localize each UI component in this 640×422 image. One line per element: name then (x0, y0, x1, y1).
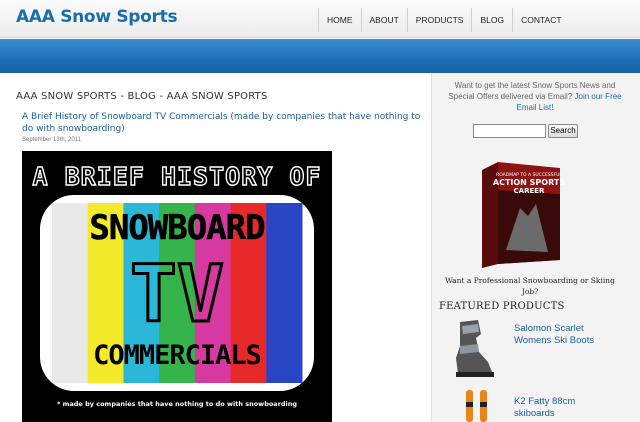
book-title-line2: ACTION SPORTS (493, 178, 565, 187)
product-link-skiboards[interactable]: K2 Fatty 88cm skiboards (514, 396, 614, 420)
skiboards-image[interactable] (458, 388, 498, 422)
nav-home[interactable]: HOME (319, 8, 362, 32)
ebook-cover: ROADMAP TO A SUCCESSFUL ACTION SPORTS CA… (482, 162, 565, 268)
post-title-link[interactable]: A Brief History of Snowboard TV Commerci… (22, 111, 424, 135)
career-ebook-ad[interactable]: ROADMAP TO A SUCCESSFUL ACTION SPORTS CA… (476, 160, 568, 270)
featured-products-heading: FEATURED PRODUCTS (439, 301, 565, 312)
search-button[interactable]: Search (548, 124, 578, 138)
poster-title-line3: TV (130, 250, 224, 340)
header-banner (0, 39, 640, 73)
page-heading: AAA SNOW SPORTS - BLOG - AAA SNOW SPORTS (16, 91, 268, 102)
poster-title-line1: A BRIEF HISTORY OF (33, 162, 322, 191)
site-title[interactable]: AAA Snow Sports (16, 7, 178, 27)
nav-products[interactable]: PRODUCTS (408, 8, 473, 32)
newsletter-promo: Want to get the latest Snow Sports News … (446, 80, 624, 113)
ski-boot-icon (456, 320, 494, 377)
nav-contact[interactable]: CONTACT (513, 8, 569, 32)
color-bar (52, 203, 89, 383)
boot-sole (456, 372, 494, 377)
binding-right (480, 402, 487, 407)
site-header: AAA Snow Sports HOME ABOUT PRODUCTS BLOG… (0, 0, 640, 38)
post-poster-image[interactable]: A BRIEF HISTORY OF SNOWBOARD TV COMMERCI… (22, 151, 332, 422)
poster-graphic: A BRIEF HISTORY OF SNOWBOARD TV COMMERCI… (22, 151, 332, 422)
ski-boots-image[interactable] (448, 318, 498, 380)
poster-tagline: * made by companies that have nothing to… (57, 400, 297, 408)
search-input[interactable] (473, 124, 546, 138)
nav-blog[interactable]: BLOG (472, 8, 514, 32)
book-title-line3: CAREER (514, 187, 546, 195)
nav-about[interactable]: ABOUT (362, 8, 408, 32)
post-date: September 13th, 2011 (22, 137, 81, 143)
ebook-ad-caption[interactable]: Want a Professional Snowboarding or Skii… (438, 275, 622, 297)
poster-title-line2: SNOWBOARD (89, 208, 264, 248)
binding-left (466, 402, 473, 407)
skiboards-icon (466, 390, 487, 422)
color-bar (266, 203, 303, 383)
main-nav: HOME ABOUT PRODUCTS BLOG CONTACT (318, 8, 570, 32)
poster-title-line4: COMMERCIALS (93, 340, 261, 371)
product-link-ski-boots[interactable]: Salomon Scarlet Womens Ski Boots (514, 323, 614, 347)
